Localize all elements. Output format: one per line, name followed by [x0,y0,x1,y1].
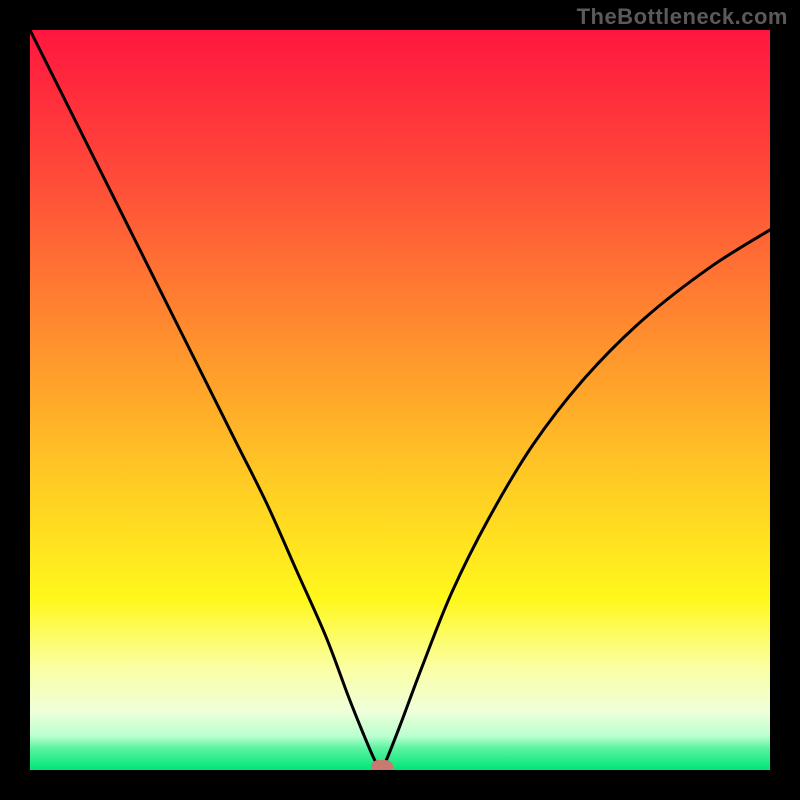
watermark-text: TheBottleneck.com [577,4,788,30]
chart-svg [30,30,770,770]
optimum-marker [371,760,393,770]
gradient-background [30,30,770,770]
chart-frame: TheBottleneck.com [0,0,800,800]
plot-area [30,30,770,770]
